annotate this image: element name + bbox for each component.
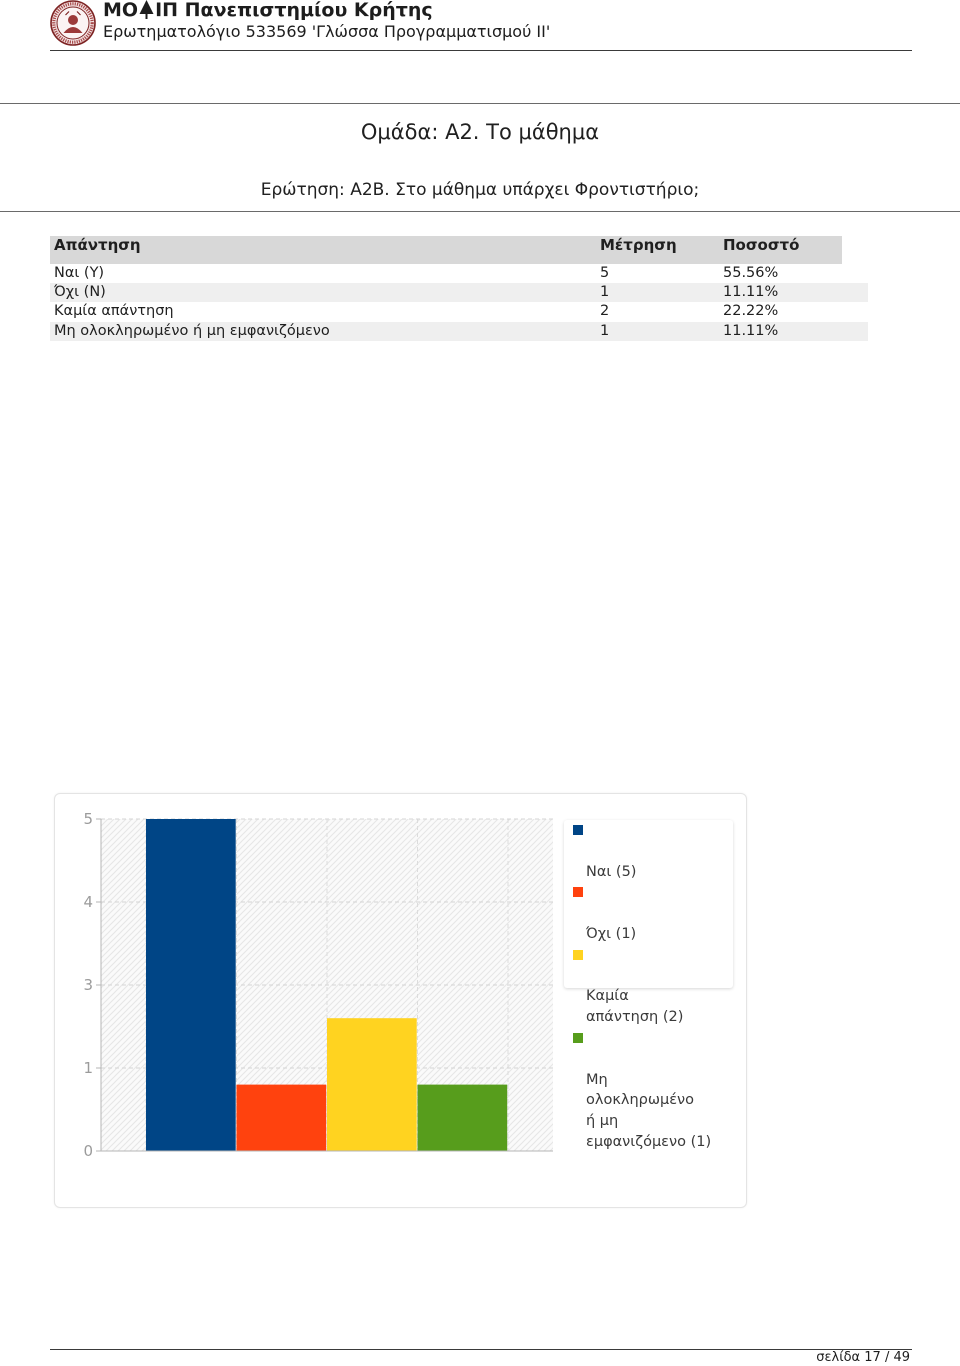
section-divider-top bbox=[0, 103, 960, 104]
percentage-cell: 22.22% bbox=[723, 303, 779, 320]
percentage-cell: 11.11% bbox=[723, 322, 779, 339]
bar-chart-panel: 0 1 3 4 5 Ναι (5) Όχι (1) Καμία απάντηση (2)… bbox=[54, 793, 747, 1208]
bar-series-1 bbox=[146, 819, 236, 1151]
table-header-row: Απάντηση Μέτρηση Ποσοστό bbox=[50, 236, 842, 264]
legend-label: Όχι (1) bbox=[586, 925, 637, 942]
table-row: Όχι (N) 1 11.11% bbox=[50, 283, 868, 303]
legend-label: Ναι (5) bbox=[586, 863, 637, 880]
institution-title: ΜΟ ΙΠ Πανεπιστημίου Κρήτης bbox=[103, 0, 433, 21]
bar-series-4 bbox=[417, 1084, 508, 1151]
legend-item: Ναι (5) bbox=[564, 820, 733, 882]
percentage-cell: 55.56% bbox=[723, 265, 779, 281]
legend-swatch bbox=[573, 949, 583, 960]
count-cell: 5 bbox=[600, 265, 610, 281]
legend-item: Μη ολοκληρωμένο ή μη εμφανιζόμενο (1) bbox=[564, 1028, 733, 1153]
table-row: Καμία απάντηση 2 22.22% bbox=[50, 302, 868, 321]
y-tick-label: 0 bbox=[83, 1142, 93, 1160]
y-tick-label: 5 bbox=[83, 810, 93, 828]
institution-title-part1: ΜΟ bbox=[103, 0, 139, 21]
legend-label: Μη ολοκληρωμένο ή μη εμφανιζόμενο (1) bbox=[586, 1071, 712, 1150]
count-cell: 1 bbox=[600, 322, 610, 339]
institution-title-part2: ΙΠ Πανεπιστημίου Κρήτης bbox=[155, 0, 433, 21]
column-header-count: Μέτρηση bbox=[600, 236, 677, 254]
y-tick-label: 4 bbox=[83, 893, 93, 911]
question-title: Ερώτηση: Α2Β. Στο μάθημα υπάρχει Φροντισ… bbox=[260, 180, 700, 200]
answer-cell: Όχι (N) bbox=[54, 284, 106, 301]
count-cell: 2 bbox=[600, 303, 610, 320]
answer-cell: Μη ολοκληρωμένο ή μη εμφανιζόμενο bbox=[54, 322, 330, 339]
footer-divider bbox=[50, 1349, 912, 1350]
group-title: Ομάδα: Α2. Το μάθημα bbox=[360, 120, 600, 144]
bar-series-3 bbox=[327, 1018, 417, 1151]
delta-tree-icon bbox=[139, 0, 154, 19]
column-header-answer: Απάντηση bbox=[54, 236, 141, 254]
legend-swatch bbox=[573, 825, 583, 835]
column-header-percentage: Ποσοστό bbox=[723, 236, 800, 254]
table-row: Ναι (Y) 5 55.56% bbox=[50, 264, 868, 283]
legend-item: Όχι (1) bbox=[564, 882, 733, 944]
legend-swatch bbox=[573, 887, 583, 898]
legend-swatch bbox=[573, 1032, 583, 1043]
table-row: Μη ολοκληρωμένο ή μη εμφανιζόμενο 1 11.1… bbox=[50, 321, 868, 341]
header-divider bbox=[50, 50, 912, 51]
chart-legend: Ναι (5) Όχι (1) Καμία απάντηση (2) Μη ολ… bbox=[564, 820, 733, 1150]
answer-cell: Ναι (Y) bbox=[54, 265, 105, 281]
bar-series-2 bbox=[236, 1084, 327, 1151]
percentage-cell: 11.11% bbox=[723, 284, 779, 301]
page-number: σελίδα 17 / 49 bbox=[816, 1350, 910, 1365]
legend-label: Καμία απάντηση (2) bbox=[586, 988, 684, 1026]
questionnaire-subtitle: Ερωτηματολόγιο 533569 'Γλώσσα Προγραμματ… bbox=[103, 22, 551, 41]
y-tick-label: 1 bbox=[83, 1059, 93, 1077]
count-cell: 1 bbox=[600, 284, 610, 301]
y-tick-label: 3 bbox=[83, 976, 93, 994]
legend-item: Καμία απάντηση (2) bbox=[564, 945, 733, 1028]
results-table: Απάντηση Μέτρηση Ποσοστό Ναι (Y) 5 55.56… bbox=[50, 236, 868, 341]
section-divider-bottom bbox=[0, 211, 960, 212]
university-seal-icon bbox=[50, 0, 96, 46]
answer-cell: Καμία απάντηση bbox=[54, 303, 174, 320]
